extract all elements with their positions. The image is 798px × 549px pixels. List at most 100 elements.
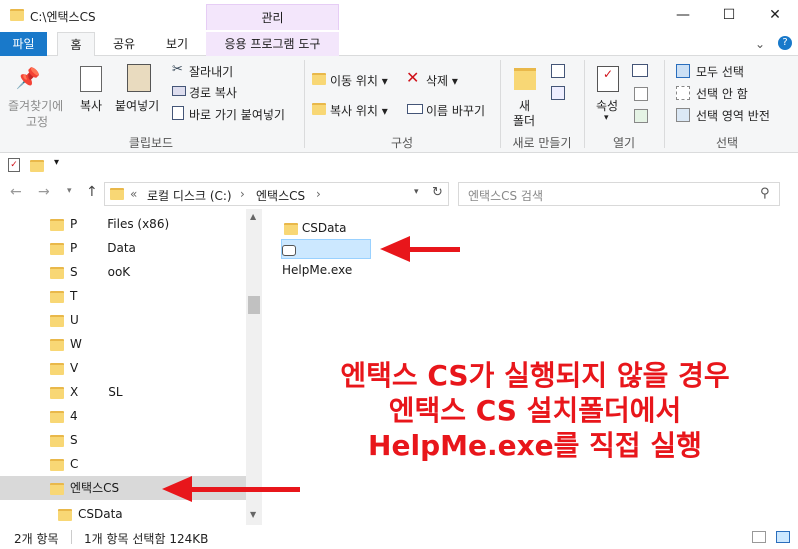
pin-label[interactable]: 즐겨찾기에 [8,97,63,114]
rename-button[interactable]: 이름 바꾸기 [426,102,485,119]
back-icon[interactable]: ← [10,184,22,200]
sidebar-item[interactable]: X SL [0,380,246,404]
nav-scrollbar[interactable] [246,209,262,525]
breadcrumb-current[interactable]: 엔택스CS [256,187,305,204]
tab-view[interactable]: 보기 [155,32,199,56]
organize-group-label: 구성 [390,136,414,150]
large-icons-view-icon[interactable] [776,531,790,543]
help-icon[interactable]: ? [778,36,792,50]
scroll-up-icon[interactable]: ▲ [250,212,256,221]
copy-icon[interactable] [80,66,102,92]
chevron-down-icon[interactable]: ▾ [604,113,609,123]
invert-selection-button[interactable]: 선택 영역 반전 [696,107,770,124]
open-icon[interactable] [632,64,648,77]
quick-access-toolbar [0,153,798,179]
folder-icon [50,242,64,255]
close-icon[interactable]: ✕ [752,0,798,30]
pin-icon[interactable]: 📌 [10,66,46,90]
easy-access-icon[interactable] [551,86,565,100]
paste-shortcut-button[interactable]: 바로 가기 붙여넣기 [189,106,285,123]
tab-app-tools[interactable]: 응용 프로그램 도구 [206,32,339,56]
annotation-arrow-line [190,487,300,492]
status-divider [71,530,72,544]
scrollbar-thumb[interactable] [248,296,260,314]
edit-icon[interactable] [634,87,648,101]
delete-button[interactable]: 삭제 ▾ [426,72,458,89]
new-item-icon[interactable] [551,64,565,78]
folder-icon [10,9,24,21]
sidebar-item-label: ooK [107,265,131,279]
select-none-button[interactable]: 선택 안 함 [696,85,748,102]
copy-to-button[interactable]: 복사 위치 ▾ [330,102,388,119]
copy-to-icon [312,103,326,115]
tab-file[interactable]: 파일 [0,32,47,56]
sidebar-item[interactable]: P Data [0,236,246,260]
refresh-icon[interactable]: ↻ [432,185,443,200]
minimize-icon[interactable]: — [660,0,706,30]
chevron-right-icon[interactable]: › [240,187,245,201]
copy-button[interactable]: 복사 [80,97,102,114]
select-none-icon [676,86,690,100]
sidebar-item-prefix: C [70,457,79,471]
sidebar-item-label: SL [108,385,123,399]
sidebar-item[interactable]: SooK [0,260,246,284]
sidebar-item[interactable]: W [0,332,246,356]
chevron-down-icon[interactable]: ⌄ [755,37,765,51]
sidebar-item[interactable]: 4 [0,404,246,428]
breadcrumb-overflow[interactable]: « [130,187,137,201]
sidebar-item-label: Files (x86) [107,217,170,231]
paste-button[interactable]: 붙여넣기 [115,97,159,114]
chevron-down-icon[interactable]: ▾ [414,187,419,197]
copy-path-button[interactable]: 경로 복사 [189,84,237,101]
sidebar-item-label: CSData [78,507,123,521]
select-all-button[interactable]: 모두 선택 [696,63,744,80]
breadcrumb-local-disk[interactable]: 로컬 디스크 (C:) [147,187,232,204]
sidebar-item-prefix: P [70,217,78,231]
sidebar-item[interactable]: P Files (x86) [0,212,246,236]
maximize-icon[interactable]: ☐ [706,0,752,30]
annotation-arrow-head [162,476,192,502]
sidebar-item[interactable]: U [0,308,246,332]
properties-icon[interactable]: ✓ [8,158,20,172]
paste-shortcut-icon [172,106,184,120]
sidebar-item[interactable]: T [0,284,246,308]
chevron-right-icon[interactable]: › [316,187,321,201]
scissors-icon: ✂ [172,62,183,77]
select-group-label: 선택 [715,136,739,150]
annotation-line-2: 엔택스 CS 설치폴더에서 [388,394,682,427]
scroll-down-icon[interactable]: ▼ [250,510,256,519]
sidebar-item[interactable]: S [0,428,246,452]
properties-button[interactable]: 속성 [596,97,618,114]
sidebar-item[interactable]: V [0,356,246,380]
search-icon[interactable]: ⚲ [760,186,770,201]
chevron-down-icon[interactable]: ▾ [54,157,59,168]
folder-icon [284,222,298,235]
paste-icon[interactable] [127,64,151,92]
annotation-line-3: HelpMe.exe를 직접 실행 [368,429,702,462]
new-folder-icon[interactable] [514,68,536,90]
chevron-down-icon[interactable]: ▾ [67,186,72,196]
clipboard-group-label: 클립보드 [128,136,174,150]
history-icon[interactable] [634,109,648,123]
list-item-csdata[interactable]: CSData [284,218,364,238]
annotation-text: 엔택스 CS가 실행되지 않을 경우 엔택스 CS 설치폴더에서 HelpMe.… [300,358,770,463]
up-icon[interactable]: ↑ [86,184,98,200]
new-folder-icon[interactable] [30,160,44,172]
sidebar-item[interactable]: CSData [0,502,246,526]
properties-icon[interactable]: ✓ [597,66,619,92]
move-to-button[interactable]: 이동 위치 ▾ [330,72,388,89]
folder-icon [50,314,64,327]
tab-home[interactable]: 홈 [57,32,95,57]
forward-icon[interactable]: → [38,184,50,200]
folder-icon [110,188,124,200]
details-view-icon[interactable] [752,531,766,543]
tab-share[interactable]: 공유 [104,32,144,56]
list-item-helpme[interactable]: HelpMe.exe [281,239,371,277]
folder-icon [50,266,64,279]
cut-button[interactable]: 잘라내기 [189,63,233,80]
folder-icon [50,410,64,423]
pin-label-2[interactable]: 고정 [26,113,48,130]
copy-path-icon [172,86,186,96]
new-folder-label-2[interactable]: 폴더 [513,112,535,129]
sidebar-item[interactable]: C [0,452,246,476]
